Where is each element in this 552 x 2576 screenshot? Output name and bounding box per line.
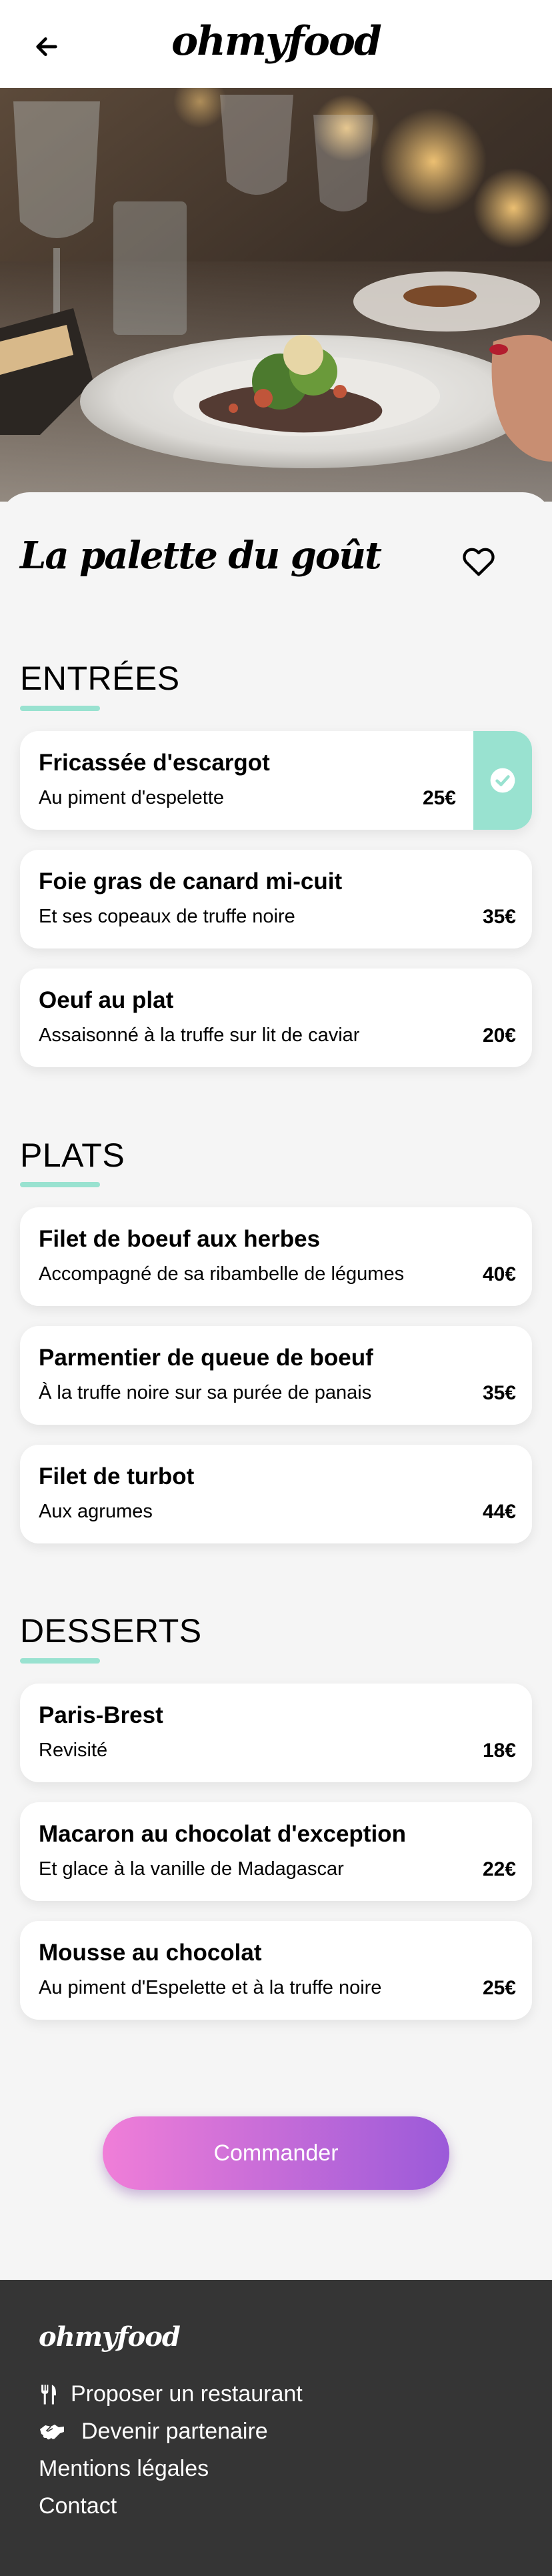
dish-price: 25€ (482, 1977, 516, 1999)
dish-price: 44€ (482, 1501, 516, 1523)
dish-name: Mousse au chocolat (39, 1940, 262, 1966)
dish-card[interactable]: Filet de turbot Aux agrumes 44€ (20, 1445, 532, 1543)
dish-price: 25€ (422, 787, 456, 809)
footer-link-propose-restaurant[interactable]: Proposer un restaurant (39, 2381, 303, 2407)
section-title-desserts: DESSERTS (20, 1612, 202, 1650)
footer-link-label: Proposer un restaurant (71, 2381, 303, 2407)
app-logo[interactable]: ohmyfood (171, 18, 382, 65)
dish-price: 35€ (482, 1382, 516, 1404)
dish-name: Filet de turbot (39, 1463, 195, 1489)
footer-link-become-partner[interactable]: Devenir partenaire (39, 2419, 268, 2445)
restaurant-hero-image (0, 88, 552, 502)
handshake-icon (39, 2421, 65, 2443)
dish-card[interactable]: Macaron au chocolat d'exception Et glace… (20, 1802, 532, 1901)
dish-price: 22€ (482, 1858, 516, 1880)
dish-description: Accompagné de sa ribambelle de légumes (39, 1263, 405, 1285)
dish-card[interactable]: Mousse au chocolat Au piment d'Espelette… (20, 1921, 532, 2020)
section-title-entrees: ENTRÉES (20, 660, 180, 697)
dish-description: Aux agrumes (39, 1501, 153, 1522)
dish-description: Revisité (39, 1740, 108, 1761)
dish-name: Macaron au chocolat d'exception (39, 1821, 406, 1847)
dish-name: Parmentier de queue de boeuf (39, 1345, 373, 1371)
dish-price: 40€ (482, 1263, 516, 1285)
menu-panel: La palette du goût ENTRÉES Fricassée d'e… (0, 492, 552, 2280)
dish-name: Fricassée d'escargot (39, 750, 270, 776)
footer-logo[interactable]: ohmyfood (39, 2321, 181, 2353)
footer-link-contact[interactable]: Contact (39, 2493, 117, 2519)
dish-card[interactable]: Foie gras de canard mi-cuit Et ses copea… (20, 850, 532, 948)
dish-name: Paris-Brest (39, 1702, 163, 1728)
utensils-icon (39, 2383, 59, 2406)
dish-description: À la truffe noire sur sa purée de panais (39, 1382, 372, 1403)
restaurant-name: La palette du goût (20, 534, 382, 578)
section-underline (20, 1182, 100, 1187)
order-button[interactable]: Commander (103, 2116, 449, 2190)
dish-card[interactable]: Paris-Brest Revisité 18€ (20, 1684, 532, 1782)
favorite-button[interactable] (459, 540, 499, 580)
back-button[interactable] (29, 29, 64, 64)
dish-description: Au piment d'Espelette et à la truffe noi… (39, 1977, 382, 1998)
dish-card[interactable]: Fricassée d'escargot Au piment d'espelet… (20, 731, 532, 830)
dish-description: Et ses copeaux de truffe noire (39, 906, 295, 927)
dish-description: Et glace à la vanille de Madagascar (39, 1858, 344, 1880)
footer-link-label: Mentions légales (39, 2456, 209, 2481)
footer-link-label: Devenir partenaire (81, 2419, 268, 2444)
dish-price: 18€ (482, 1740, 516, 1762)
section-title-plats: PLATS (20, 1137, 125, 1174)
dish-name: Filet de boeuf aux herbes (39, 1226, 321, 1252)
section-underline (20, 706, 100, 711)
selected-indicator[interactable] (473, 731, 532, 830)
heart-outline-icon (463, 548, 495, 576)
footer-link-legal[interactable]: Mentions légales (39, 2456, 209, 2482)
dish-price: 20€ (482, 1025, 516, 1047)
dish-name: Foie gras de canard mi-cuit (39, 868, 343, 894)
dish-name: Oeuf au plat (39, 987, 174, 1013)
dish-price: 35€ (482, 906, 516, 928)
app-header: ohmyfood (0, 0, 552, 88)
footer-link-label: Contact (39, 2493, 117, 2519)
dish-card[interactable]: Oeuf au plat Assaisonné à la truffe sur … (20, 969, 532, 1067)
section-underline (20, 1658, 100, 1664)
dish-description: Au piment d'espelette (39, 787, 224, 808)
arrow-left-icon (36, 37, 57, 56)
dish-description: Assaisonné à la truffe sur lit de caviar (39, 1025, 360, 1046)
footer: ohmyfood Proposer un restaurant Devenir … (0, 2280, 552, 2576)
dish-card[interactable]: Filet de boeuf aux herbes Accompagné de … (20, 1207, 532, 1306)
dish-card[interactable]: Parmentier de queue de boeuf À la truffe… (20, 1326, 532, 1425)
check-circle-icon (490, 768, 515, 793)
